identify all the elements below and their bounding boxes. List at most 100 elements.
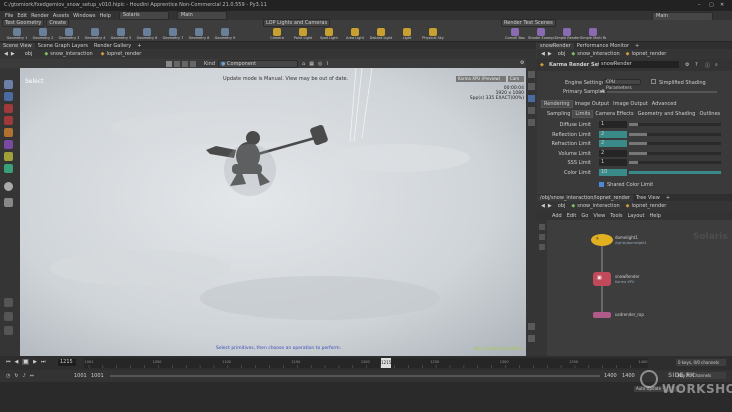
geo-tool[interactable]: Geometry 8: [186, 28, 212, 40]
ghost-icon[interactable]: [4, 312, 13, 321]
menu-assets[interactable]: Assets: [53, 13, 69, 19]
move-tool-icon[interactable]: [4, 104, 13, 113]
gear-icon[interactable]: ⚙: [685, 62, 689, 68]
limit-value-field[interactable]: 1: [599, 159, 627, 166]
limit-slider[interactable]: [629, 132, 721, 136]
limit-slider[interactable]: [629, 151, 721, 155]
lock-camera-icon[interactable]: [4, 326, 13, 335]
geo-tool[interactable]: Geometry 9: [212, 28, 238, 40]
global-start[interactable]: 1001: [74, 373, 87, 379]
range-start[interactable]: 1001: [91, 373, 104, 379]
domelight-node[interactable]: ☀: [591, 234, 613, 246]
tab-advanced[interactable]: Advanced: [650, 101, 679, 107]
lasso-icon[interactable]: [182, 61, 188, 67]
net-forward-icon[interactable]: ▶: [548, 203, 552, 209]
light-tool[interactable]: Spot Light: [316, 28, 342, 40]
limit-slider[interactable]: [629, 170, 721, 174]
tab-scene-view[interactable]: Scene View: [0, 42, 35, 49]
right-path-context[interactable]: obj: [558, 51, 566, 57]
jump-end-icon[interactable]: ⏭: [41, 359, 46, 365]
subtab-sampling[interactable]: Sampling: [545, 111, 572, 117]
subtab-camera-effects[interactable]: Camera Effects: [593, 111, 635, 117]
back-icon[interactable]: ◀: [4, 51, 8, 57]
play-icon[interactable]: ▶: [33, 359, 37, 365]
geo-tool[interactable]: Geometry 6: [134, 28, 160, 40]
search-icon[interactable]: ⌕: [715, 62, 718, 68]
maximize-icon[interactable]: ▢: [709, 2, 714, 8]
geo-tool[interactable]: Geometry 2: [30, 28, 56, 40]
render-tool[interactable]: Simple Render: [554, 28, 580, 40]
light-tool[interactable]: Light: [394, 28, 420, 40]
rotate-tool-icon[interactable]: [4, 116, 13, 125]
subtab-limits[interactable]: Limits: [572, 109, 594, 118]
jump-start-icon[interactable]: ⏮: [6, 359, 11, 365]
limit-value-field[interactable]: 10: [599, 168, 627, 176]
right-path-node[interactable]: snow_interaction: [577, 51, 619, 57]
path-lop[interactable]: lopnet_render: [107, 51, 142, 57]
menu-windows[interactable]: Windows: [73, 13, 95, 19]
select-mode-icon[interactable]: [166, 61, 172, 67]
limit-value-field[interactable]: 2: [599, 149, 627, 157]
net-zoom-icon[interactable]: [539, 244, 545, 250]
geo-tool[interactable]: Geometry 3: [56, 28, 82, 40]
geo-tool[interactable]: Geometry 1: [4, 28, 30, 40]
right-path-lop[interactable]: lopnet_render: [632, 51, 667, 57]
guides-icon[interactable]: [528, 119, 535, 126]
snapshot-icon[interactable]: [528, 323, 535, 330]
net-path-node[interactable]: snow_interaction: [577, 203, 619, 209]
window-controls[interactable]: – ▢ ✕: [698, 2, 728, 9]
limit-value-field[interactable]: 2: [599, 140, 627, 147]
frame-field[interactable]: 1215: [58, 359, 76, 366]
paint-tool-icon[interactable]: [4, 164, 13, 173]
camera-dropdown[interactable]: Cam: [508, 76, 524, 82]
net-menu-tools[interactable]: Tools: [610, 213, 622, 219]
path-node[interactable]: snow_interaction: [50, 51, 92, 57]
shared-color-checkbox[interactable]: [599, 182, 604, 187]
viewport[interactable]: Select Update mode is Manual. View may b…: [20, 68, 526, 356]
background-icon[interactable]: [528, 107, 535, 114]
current-frame-marker[interactable]: 1215: [381, 358, 391, 368]
geo-tool[interactable]: Geometry 7: [160, 28, 186, 40]
network-canvas[interactable]: Solaris ☀ domelight1 /lights/domelight1 …: [547, 220, 732, 356]
primary-samples-slider[interactable]: [607, 91, 717, 93]
light-tool[interactable]: Camera: [264, 28, 290, 40]
render-tool[interactable]: Cornell Box: [502, 28, 528, 40]
shelf-tab-lop-lights[interactable]: LOP Lights and Cameras: [263, 19, 331, 27]
view-tool-icon[interactable]: [4, 92, 13, 101]
usdrender-node[interactable]: [593, 312, 611, 318]
limit-slider[interactable]: [629, 142, 721, 145]
tab-snowrender[interactable]: snowRender: [537, 42, 574, 49]
light-tool[interactable]: Physical Sky: [420, 28, 446, 40]
simplified-checkbox[interactable]: [651, 79, 656, 84]
geo-tool[interactable]: Geometry 5: [108, 28, 134, 40]
workspace-dropdown[interactable]: Main: [176, 11, 227, 20]
render-region-icon[interactable]: [528, 335, 535, 342]
scale-tool-icon[interactable]: [4, 128, 13, 137]
range-end[interactable]: 1400: [604, 373, 617, 379]
tab-render-gallery[interactable]: Render Gallery: [91, 43, 134, 49]
viewport-settings-icon[interactable]: ⚙: [520, 60, 524, 66]
global-end[interactable]: 1400: [622, 373, 635, 379]
path-context[interactable]: obj: [25, 51, 33, 57]
menu-render[interactable]: Render: [31, 13, 49, 19]
shading-icon[interactable]: [528, 83, 535, 90]
right-back-icon[interactable]: ◀: [541, 51, 545, 57]
pick-icon[interactable]: [174, 61, 180, 67]
add-tab-icon[interactable]: +: [134, 43, 144, 49]
component-dropdown[interactable]: ● Component: [218, 60, 299, 68]
render-delegate-dropdown[interactable]: Karma XPU (Preview): [456, 76, 506, 82]
net-menu-add[interactable]: Add: [552, 213, 562, 219]
limit-slider[interactable]: [629, 161, 721, 164]
geo-tool[interactable]: Geometry 4: [82, 28, 108, 40]
add-network-tab-icon[interactable]: +: [663, 195, 673, 201]
tab-image-output[interactable]: Image Output: [573, 101, 612, 107]
menu-file[interactable]: File: [5, 13, 13, 19]
net-menu-view[interactable]: View: [593, 213, 605, 219]
net-menu-edit[interactable]: Edit: [567, 213, 577, 219]
shelf-tab-test-geometry[interactable]: Test Geometry: [2, 19, 45, 27]
audio-icon[interactable]: ♪: [23, 373, 26, 379]
pose-tool-icon[interactable]: [4, 152, 13, 161]
tab-rendering[interactable]: Rendering: [541, 99, 573, 108]
net-path-lop[interactable]: lopnet_render: [632, 203, 667, 209]
tab-image-output-2[interactable]: Image Output: [611, 101, 650, 107]
